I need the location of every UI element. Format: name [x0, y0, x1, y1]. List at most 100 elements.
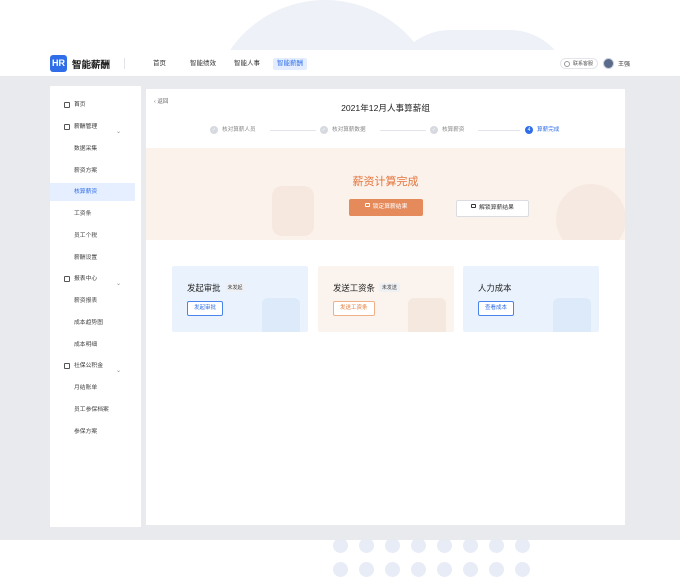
- sidebar-item-salary-report[interactable]: 薪资报表: [50, 292, 135, 310]
- app-name: 智能薪酬: [72, 60, 111, 71]
- user-name[interactable]: 王强: [618, 59, 630, 68]
- check-icon: ✓: [210, 125, 218, 134]
- step-4: 4 算薪完成: [525, 125, 559, 135]
- lock-icon: [471, 204, 477, 209]
- sidebar-item-payslip[interactable]: 工资条: [50, 205, 135, 223]
- main-panel: ‹ 返回 2021年12月人事算薪组 ✓ 核对算薪人员 ✓ 核对算薪数据 ✓ 核算薪资…: [146, 89, 625, 525]
- step-connector: [478, 130, 520, 131]
- chevron-down-icon: ⌄: [115, 368, 121, 374]
- decoration-dot: [489, 562, 504, 577]
- step-2: ✓ 核对算薪数据: [320, 125, 366, 135]
- card-title: 发起审批 未发起: [187, 282, 246, 294]
- decoration-dot: [385, 538, 400, 553]
- sidebar-item-insurance-plan[interactable]: 参保方案: [50, 423, 135, 441]
- sidebar-item-report-center[interactable]: 报表中心 ⌄: [50, 270, 135, 288]
- decoration-dot: [437, 562, 452, 577]
- view-cost-button[interactable]: 查看成本: [478, 301, 515, 316]
- card-title-text: 人力成本: [478, 283, 512, 293]
- support-label: 联系客服: [573, 61, 594, 67]
- decoration-dot: [385, 562, 400, 577]
- sidebar-item-insurance-archive[interactable]: 员工参保档案: [50, 401, 135, 419]
- step-1: ✓ 核对算薪人员: [210, 125, 256, 135]
- sidebar-item-label: 首页: [74, 102, 86, 108]
- lock-result-button[interactable]: 锁定算薪结果: [349, 199, 423, 216]
- check-icon: ✓: [430, 125, 438, 134]
- decoration-dot: [333, 562, 348, 577]
- decoration-dot: [411, 562, 426, 577]
- nav-payroll[interactable]: 智能薪酬: [273, 58, 307, 70]
- step-label: 核算薪资: [442, 127, 465, 133]
- button-label: 解锁算薪结果: [479, 205, 514, 211]
- divider: [124, 58, 125, 69]
- avatar[interactable]: [603, 58, 614, 69]
- step-3: ✓ 核算薪资: [430, 125, 464, 135]
- sidebar-item-monthly-bill[interactable]: 月结账单: [50, 379, 135, 397]
- chevron-down-icon: ⌄: [115, 281, 121, 287]
- payslip-card: 发送工资条 未发送 发送工资条: [318, 266, 454, 332]
- decoration-dot: [489, 538, 504, 553]
- sidebar-item-social-security[interactable]: 社保公积金 ⌄: [50, 357, 135, 375]
- card-title: 人力成本: [478, 282, 512, 294]
- decoration-dot: [515, 562, 530, 577]
- report-icon: [64, 276, 70, 282]
- decoration-dot: [463, 538, 478, 553]
- step-connector: [270, 130, 316, 131]
- step-number: 4: [525, 125, 533, 134]
- nav-personnel[interactable]: 智能人事: [230, 58, 264, 70]
- status-badge: 未发送: [378, 283, 400, 293]
- sidebar-item-payroll-settings[interactable]: 薪酬设置: [50, 249, 135, 267]
- card-title-text: 发送工资条: [333, 283, 375, 293]
- decoration-dot: [333, 538, 348, 553]
- sidebar: 首页 薪酬管理 ⌄ 数据采集 薪资方案 核算薪资 工资条 员工个税 薪酬设置 报…: [50, 86, 141, 527]
- sidebar-item-cost-detail[interactable]: 成本明细: [50, 336, 135, 354]
- decoration-dot: [411, 538, 426, 553]
- send-payslip-button[interactable]: 发送工资条: [333, 301, 375, 316]
- button-label: 锁定算薪结果: [372, 204, 408, 210]
- banner-title: 薪资计算完成: [352, 176, 419, 188]
- wallet-icon: [64, 124, 70, 130]
- result-banner: 薪资计算完成 锁定算薪结果 解锁算薪结果: [146, 148, 625, 240]
- start-approval-button[interactable]: 发起审批: [187, 301, 224, 316]
- home-icon: [64, 102, 70, 108]
- page-title: 2021年12月人事算薪组: [341, 103, 430, 113]
- progress-steps: ✓ 核对算薪人员 ✓ 核对算薪数据 ✓ 核算薪资 4 算薪完成: [210, 125, 570, 135]
- lock-illustration: [272, 186, 314, 236]
- sidebar-item-payroll-management[interactable]: 薪酬管理 ⌄: [50, 118, 135, 136]
- document-illustration: [408, 298, 446, 332]
- sidebar-item-label: 报表中心: [74, 276, 98, 282]
- dot-pattern: [333, 538, 543, 578]
- decoration: [556, 184, 625, 240]
- sidebar-item-home[interactable]: 首页: [50, 96, 135, 114]
- decoration-dot: [463, 562, 478, 577]
- sidebar-item-calculate-salary[interactable]: 核算薪资: [50, 183, 135, 201]
- unlock-result-button[interactable]: 解锁算薪结果: [456, 200, 529, 217]
- sidebar-item-data-collection[interactable]: 数据采集: [50, 140, 135, 158]
- step-connector: [380, 130, 426, 131]
- logo-icon: HR: [50, 55, 67, 72]
- status-badge: 未发起: [224, 283, 246, 293]
- support-button[interactable]: 联系客服: [560, 58, 599, 69]
- card-title: 发送工资条 未发送: [333, 282, 400, 294]
- decoration-dot: [359, 538, 374, 553]
- nav-home[interactable]: 首页: [149, 58, 170, 70]
- decoration-dot: [515, 538, 530, 553]
- top-bar: HR 智能薪酬 首页 智能绩效 智能人事 智能薪酬 联系客服 王强: [0, 50, 680, 77]
- sidebar-item-salary-plan[interactable]: 薪资方案: [50, 162, 135, 180]
- check-icon: ✓: [320, 125, 328, 134]
- approval-card: 发起审批 未发起 发起审批: [172, 266, 308, 332]
- step-label: 核对算薪人员: [222, 127, 256, 133]
- app-window: HR 智能薪酬 首页 智能绩效 智能人事 智能薪酬 联系客服 王强 首页 薪酬管…: [0, 50, 680, 540]
- unlock-icon: [364, 203, 370, 208]
- shield-icon: [64, 363, 70, 369]
- decoration-dot: [437, 538, 452, 553]
- card-title-text: 发起审批: [187, 283, 221, 293]
- decoration-dot: [359, 562, 374, 577]
- step-label: 核对算薪数据: [332, 127, 366, 133]
- sidebar-item-income-tax[interactable]: 员工个税: [50, 227, 135, 245]
- labor-cost-card: 人力成本 查看成本: [463, 266, 599, 332]
- chevron-down-icon: ⌄: [115, 129, 121, 135]
- step-label: 算薪完成: [537, 127, 560, 133]
- sidebar-item-cost-trend[interactable]: 成本趋势图: [50, 314, 135, 332]
- nav-performance[interactable]: 智能绩效: [186, 58, 220, 70]
- sidebar-item-label: 薪酬管理: [74, 124, 98, 130]
